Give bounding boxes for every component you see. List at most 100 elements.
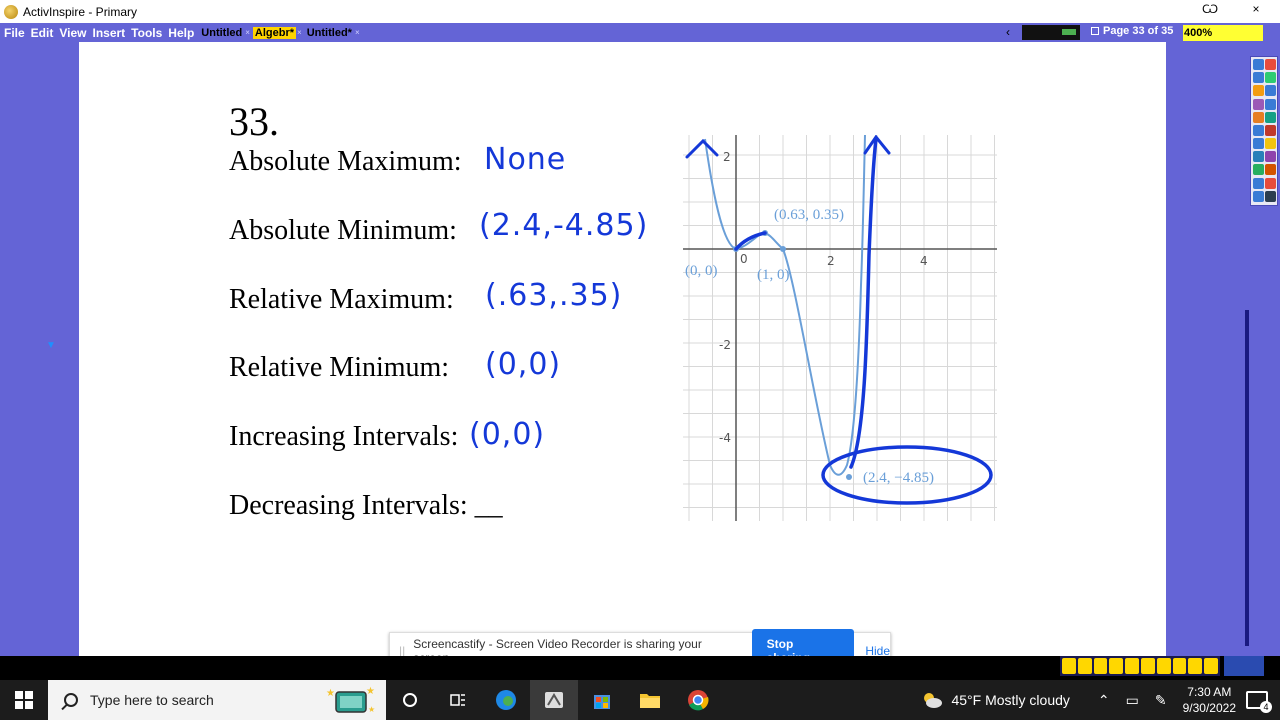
- windows-logo-icon: [15, 691, 33, 709]
- svg-text:★: ★: [366, 686, 375, 697]
- pen-icon[interactable]: ✎: [1155, 692, 1167, 709]
- menu-file[interactable]: File: [4, 26, 25, 40]
- close-tab-icon[interactable]: ×: [245, 28, 250, 37]
- chrome-icon[interactable]: [674, 680, 722, 720]
- taskbar-search[interactable]: Type here to search ★ ★ ★: [48, 680, 386, 720]
- minimize-button[interactable]: Ѡ: [1200, 2, 1220, 16]
- menu-view[interactable]: View: [59, 26, 86, 40]
- notification-count: 4: [1260, 701, 1272, 713]
- task-view-cortana-icon[interactable]: [386, 680, 434, 720]
- graph-grid: [683, 135, 997, 521]
- system-tray: 45°F Mostly cloudy ⌃ ▭ ✎ 7:30 AM 9/30/20…: [921, 680, 1280, 720]
- x-tick-2: 2: [827, 254, 835, 268]
- tool-button-icon[interactable]: [1253, 98, 1264, 110]
- tool-button-icon[interactable]: [1253, 151, 1264, 163]
- tool-button-icon[interactable]: [1265, 111, 1276, 123]
- doc-tab-untitled-2[interactable]: Untitled*: [305, 27, 354, 39]
- point-min: [846, 474, 852, 480]
- tool-button-icon[interactable]: [1265, 190, 1276, 202]
- label-point-rel-max: (0.63, 0.35): [774, 207, 844, 223]
- tool-button-icon[interactable]: [1265, 177, 1276, 189]
- menu-insert[interactable]: Insert: [92, 26, 125, 40]
- tool-button-icon[interactable]: [1253, 59, 1264, 70]
- page-indicator-label: Page 33 of 35: [1103, 25, 1174, 37]
- search-icon: [64, 693, 78, 707]
- clock-time: 7:30 AM: [1187, 685, 1232, 699]
- store-icon[interactable]: [578, 680, 626, 720]
- zoom-level-field[interactable]: 400%: [1183, 25, 1263, 41]
- tool-button-icon[interactable]: [1265, 85, 1276, 97]
- title-bar: ActivInspire - Primary Ѡ ×: [0, 0, 1280, 23]
- flipchart-page[interactable]: 33. Absolute Maximum: None Absolute Mini…: [79, 42, 1166, 656]
- chevron-left-icon[interactable]: ‹: [1006, 25, 1010, 39]
- label-point-root: (1, 0): [757, 267, 790, 283]
- clock[interactable]: 7:30 AM 9/30/2022: [1183, 684, 1236, 716]
- tool-button-icon[interactable]: [1253, 190, 1264, 202]
- doc-tab-untitled-1[interactable]: Untitled: [199, 27, 244, 39]
- tool-button-icon[interactable]: [1265, 124, 1276, 136]
- tool-button-icon[interactable]: [1253, 177, 1264, 189]
- close-tab-icon[interactable]: ×: [297, 28, 302, 37]
- vertical-scrollbar[interactable]: [1245, 310, 1249, 646]
- answer-relative-minimum: (0,0): [485, 347, 562, 382]
- cloudy-weather-icon: [924, 693, 943, 708]
- quick-tools-extra[interactable]: [1224, 656, 1264, 676]
- tool-button-icon[interactable]: [1265, 151, 1276, 163]
- svg-text:★: ★: [368, 705, 375, 714]
- menu-tools[interactable]: Tools: [131, 26, 162, 40]
- activinspire-app-icon: [4, 4, 18, 19]
- point-root: [780, 246, 786, 252]
- tool-button-icon[interactable]: [1253, 138, 1264, 150]
- x-tick-4: 4: [920, 254, 928, 268]
- tool-button-icon[interactable]: [1265, 72, 1276, 84]
- tool-button-icon[interactable]: [1253, 72, 1264, 84]
- label-relative-minimum: Relative Minimum:: [229, 352, 450, 383]
- notification-center-icon[interactable]: 4: [1246, 691, 1272, 713]
- label-point-origin: (0, 0): [685, 263, 718, 279]
- weather-text[interactable]: 45°F Mostly cloudy: [951, 692, 1069, 708]
- tool-button-icon[interactable]: [1265, 98, 1276, 110]
- menu-bar: File Edit View Insert Tools Help Untitle…: [0, 23, 1280, 42]
- tool-button-icon[interactable]: [1265, 59, 1276, 70]
- page-thumbnail[interactable]: [1022, 25, 1080, 40]
- y-tick-minus-2: -2: [719, 338, 731, 352]
- task-view-icon[interactable]: [434, 680, 482, 720]
- menu-help[interactable]: Help: [168, 26, 194, 40]
- chevron-up-icon[interactable]: ⌃: [1098, 692, 1110, 709]
- label-decreasing-intervals: Decreasing Intervals: __: [229, 490, 503, 521]
- tool-button-icon[interactable]: [1253, 111, 1264, 123]
- y-tick-2: 2: [723, 150, 731, 164]
- origin-tick: 0: [740, 252, 748, 266]
- function-graph: 2 4 2 -2 -4 0 (0, 0) (0.63, 0.35) (1, 0)…: [683, 135, 997, 521]
- tool-button-icon[interactable]: [1265, 138, 1276, 150]
- answer-relative-maximum: (.63,.35): [485, 278, 623, 313]
- tool-button-icon[interactable]: [1253, 164, 1264, 176]
- activinspire-taskbar-icon[interactable]: [530, 680, 578, 720]
- search-placeholder: Type here to search: [90, 692, 214, 708]
- quick-tools-strip[interactable]: [1060, 656, 1220, 676]
- svg-text:★: ★: [326, 688, 335, 699]
- tool-button-icon[interactable]: [1265, 164, 1276, 176]
- file-explorer-icon[interactable]: [626, 680, 674, 720]
- label-absolute-maximum: Absolute Maximum:: [229, 146, 462, 177]
- label-relative-maximum: Relative Maximum:: [229, 284, 454, 315]
- answer-absolute-minimum: (2.4,-4.85): [479, 208, 649, 243]
- windows-taskbar: Type here to search ★ ★ ★ 45°F Mostly cl…: [0, 680, 1280, 720]
- network-icon[interactable]: ▭: [1126, 692, 1139, 709]
- label-increasing-intervals: Increasing Intervals:: [229, 421, 459, 452]
- close-button[interactable]: ×: [1246, 2, 1266, 16]
- close-tab-icon[interactable]: ×: [355, 28, 360, 37]
- clock-date: 9/30/2022: [1182, 701, 1236, 715]
- canvas-margin-right: [1166, 42, 1250, 656]
- tool-button-icon[interactable]: [1253, 124, 1264, 136]
- answer-increasing-intervals: (0,0): [469, 417, 546, 452]
- start-button[interactable]: [0, 680, 48, 720]
- main-toolbox: [1250, 56, 1278, 206]
- menu-edit[interactable]: Edit: [31, 26, 54, 40]
- news-tv-icon: ★ ★ ★: [326, 686, 375, 714]
- edge-browser-icon[interactable]: [482, 680, 530, 720]
- tool-button-icon[interactable]: [1253, 85, 1264, 97]
- question-number: 33.: [229, 99, 279, 144]
- doc-tab-algebra[interactable]: Algebr*: [252, 26, 297, 39]
- page-marker-icon[interactable]: ▼: [46, 340, 56, 351]
